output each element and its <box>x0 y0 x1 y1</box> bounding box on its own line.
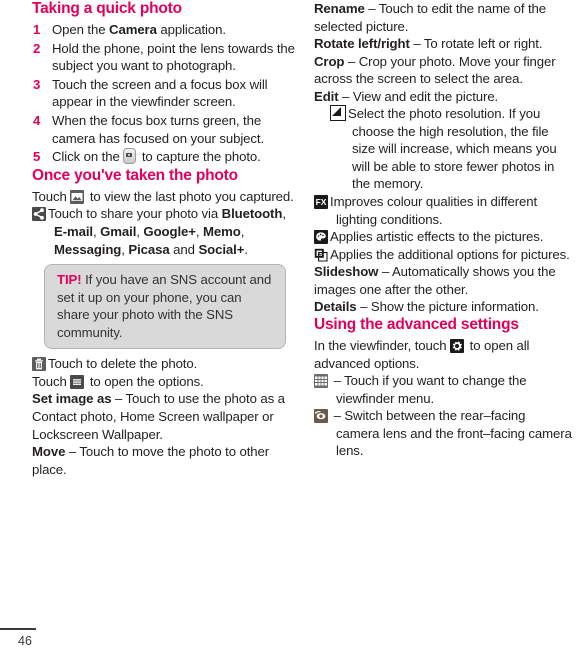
open-options-post: to open the options. <box>86 373 204 389</box>
quick-photo-steps: 1 Open the Camera application. 2 Hold th… <box>32 21 298 165</box>
list-item: 3 Touch the screen and a focus box will … <box>32 76 298 111</box>
share-app-gmail: Gmail <box>100 224 137 240</box>
option-move: Move – Touch to move the photo to other … <box>32 443 298 478</box>
edit-fx-label: Improves colour qualities in different l… <box>330 194 538 227</box>
camera-swap-label: – Switch between the rear–facing camera … <box>330 408 572 459</box>
option-rename: Rename – Touch to edit the name of the s… <box>314 0 572 35</box>
view-last-photo-text: Touch to view the last photo you capture… <box>32 188 298 206</box>
section-heading-taking-quick-photo: Taking a quick photo <box>32 0 182 17</box>
tip-text: If you have an SNS account and set it up… <box>57 272 272 340</box>
edit-fx-text: FX Improves colour qualities in different… <box>314 193 572 228</box>
option-term: Move <box>32 444 66 460</box>
share-app-socialplus: Social+ <box>198 241 245 257</box>
step-text: Hold the phone, point the lens towards t… <box>52 40 295 74</box>
viewfinder-menu-label: – Touch if you want to change the viewfi… <box>330 373 527 406</box>
option-desc: – To rotate left or right. <box>409 36 543 52</box>
additional-options-icon <box>314 247 328 262</box>
option-edit: Edit – View and edit the picture. <box>314 88 572 106</box>
delete-photo-text: Touch to delete the photo. <box>32 355 298 373</box>
share-app-googleplus: Google+ <box>143 224 196 240</box>
edit-resolution-label: Select the photo resolution. If you choo… <box>348 106 557 192</box>
option-slideshow: Slideshow – Automatically shows you the … <box>314 263 572 298</box>
edit-additional-options-text: Applies the additional options for pictu… <box>314 246 572 264</box>
tip-box: TIP! If you have an SNS account and set … <box>44 264 286 350</box>
section-heading-once-taken-photo: Once you've taken the photo <box>32 166 238 184</box>
effects-icon <box>314 230 328 245</box>
option-term: Crop <box>314 53 345 69</box>
camera-swap-text: – Switch between the rear–facing camera … <box>314 407 572 460</box>
option-rotate: Rotate left/right – To rotate left or ri… <box>314 35 572 53</box>
resolution-icon <box>330 105 346 122</box>
view-last-photo-post: to view the last photo you captured. <box>86 188 294 204</box>
menu-icon <box>70 374 85 389</box>
viewfinder-menu-text: – Touch if you want to change the viewfi… <box>314 372 572 407</box>
page-footer: 46 <box>0 628 120 648</box>
share-text-pre: Touch to share your photo via <box>48 206 222 222</box>
share-app-picasa: Picasa <box>128 241 170 257</box>
option-desc: – Crop your photo. Move your finger acro… <box>314 53 556 87</box>
share-photo-text: Touch to share your photo via Bluetooth,… <box>32 205 298 258</box>
camera-swap-icon <box>314 409 328 424</box>
share-app-memo: Memo <box>203 224 241 240</box>
edit-resolution-text: Select the photo resolution. If you choo… <box>314 105 572 193</box>
step-number: 2 <box>33 40 41 56</box>
section-heading-advanced-settings: Using the advanced settings <box>314 315 519 333</box>
step-text: Touch the screen and a focus box will ap… <box>52 76 268 110</box>
page-number: 46 <box>18 634 32 648</box>
option-term: Rotate left/right <box>314 36 410 52</box>
shutter-button-icon <box>123 148 137 165</box>
right-column: Rename – Touch to edit the name of the s… <box>314 0 572 460</box>
trash-icon <box>32 357 46 372</box>
step-text-post: to capture the photo. <box>138 149 261 165</box>
step-number: 3 <box>33 76 41 92</box>
option-set-image-as: Set image as – Touch to use the photo as… <box>32 390 298 443</box>
option-crop: Crop – Crop your photo. Move your finger… <box>314 53 572 88</box>
step-text-pre: Open the <box>52 22 110 38</box>
list-item: 1 Open the Camera application. <box>32 21 298 39</box>
option-term: Edit <box>314 88 339 104</box>
viewfinder-grid-icon <box>314 374 328 389</box>
fx-icon: FX <box>314 195 328 210</box>
edit-additional-options-label: Applies the additional options for pictu… <box>330 246 570 262</box>
option-desc: – Show the picture information. <box>356 299 539 315</box>
left-column: Taking a quick photo 1 Open the Camera a… <box>32 0 298 478</box>
step-text-post: application. <box>156 22 226 38</box>
share-app-email: E-mail <box>54 224 93 240</box>
list-item: 5 Click on the to capture the photo. <box>32 148 298 166</box>
share-app-messaging: Messaging <box>54 241 122 257</box>
option-term: Rename <box>314 1 365 16</box>
option-desc: – Touch to move the photo to other place… <box>32 444 270 477</box>
step-text-bold: Camera <box>109 22 157 38</box>
option-term: Slideshow <box>314 264 379 280</box>
step-number: 1 <box>33 22 41 38</box>
delete-photo-label: Touch to delete the photo. <box>48 356 198 372</box>
tip-label: TIP! <box>57 272 82 288</box>
list-item: 4 When the focus box turns green, the ca… <box>32 112 298 147</box>
gallery-icon <box>70 189 85 204</box>
option-term: Set image as <box>32 391 112 407</box>
footer-divider <box>0 628 36 630</box>
edit-effects-text: Applies artistic effects to the pictures… <box>314 228 572 246</box>
option-term: Details <box>314 299 357 315</box>
list-item: 2 Hold the phone, point the lens towards… <box>32 40 298 75</box>
open-options-text: Touch to open the options. <box>32 373 298 391</box>
step-text: When the focus box turns green, the came… <box>52 113 265 146</box>
share-text-post: . <box>244 241 248 257</box>
option-details: Details – Show the picture information. <box>314 298 572 316</box>
advanced-intro-pre: In the viewfinder, touch <box>314 338 451 354</box>
manual-page: Taking a quick photo 1 Open the Camera a… <box>0 0 578 654</box>
step-number: 4 <box>33 113 41 129</box>
option-desc: – View and edit the picture. <box>338 88 499 104</box>
advanced-intro-text: In the viewfinder, touch to open all adv… <box>314 337 572 372</box>
open-options-pre: Touch <box>32 373 71 389</box>
share-icon <box>32 207 46 222</box>
step-text-pre: Click on the <box>52 149 124 165</box>
gear-icon <box>450 339 465 354</box>
share-app-bluetooth: Bluetooth <box>221 206 283 222</box>
step-number: 5 <box>33 149 41 165</box>
view-last-photo-pre: Touch <box>32 188 71 204</box>
edit-effects-label: Applies artistic effects to the pictures… <box>330 229 544 245</box>
